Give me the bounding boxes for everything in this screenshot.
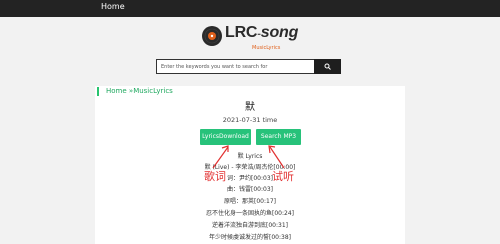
search-icon — [324, 63, 331, 70]
lyric-line: 忍不住化身一条固执的鱼[00:24] — [206, 210, 294, 217]
lyric-line: 曲：钱雷[00:03] — [227, 186, 273, 193]
search-bar — [156, 59, 341, 74]
song-title: 默 — [245, 102, 255, 113]
lyrics-heading: 默 Lyrics — [237, 153, 263, 160]
song-date: 2021-07-31 time — [222, 116, 278, 124]
vinyl-record-icon — [202, 26, 222, 46]
site-logo[interactable]: LRC-song MusicLyrics — [201, 22, 311, 52]
search-button[interactable] — [314, 59, 341, 74]
logo-song-text: song — [260, 24, 299, 41]
breadcrumb: Home »MusicLyrics — [106, 87, 173, 95]
search-input[interactable] — [156, 59, 315, 74]
breadcrumb-music-lyrics[interactable]: MusicLyrics — [133, 87, 173, 95]
annotation-lyrics-label: 歌词 — [204, 170, 226, 183]
breadcrumb-home[interactable]: Home — [106, 87, 127, 95]
breadcrumb-marker — [97, 87, 99, 96]
nav-home-link[interactable]: Home — [101, 2, 125, 11]
logo-wordmark: LRC-song — [225, 24, 299, 41]
lyric-line: 年少时候虔诚发过的誓[00:38] — [209, 234, 291, 241]
logo-main-text: LRC — [225, 24, 258, 41]
lyric-line: 默 (Live) - 李荣浩/周杰伦[00:00] — [204, 164, 296, 171]
logo-subtitle: MusicLyrics — [252, 45, 281, 51]
lyric-line: 原唱：那英[00:17] — [224, 198, 276, 205]
annotation-listen-label: 试听 — [272, 170, 294, 183]
top-nav-bar: Home — [0, 0, 500, 17]
lyric-line: 逆着洋流独自游到底[00:31] — [212, 222, 288, 229]
lyric-line: 词：尹约[00:03] — [227, 175, 273, 182]
